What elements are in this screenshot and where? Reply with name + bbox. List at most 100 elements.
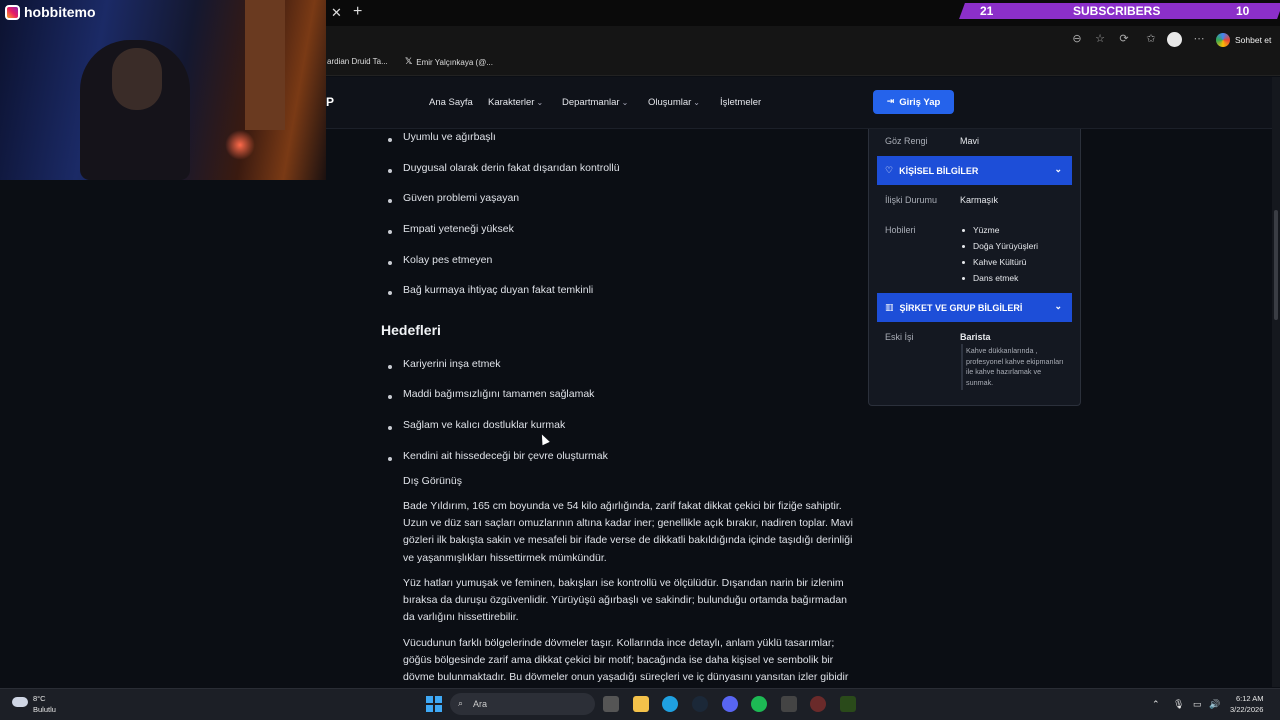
bookmark-label: Emir Yalçınkaya (@...	[416, 57, 493, 67]
trait-item: Kolay pes etmeyen	[403, 254, 493, 266]
goal-item: Kendini ait hissedeceği bir çevre oluştu…	[403, 450, 608, 462]
bullet-dot	[962, 229, 965, 232]
login-icon: ⇥	[886, 97, 895, 107]
nav-ana-sayfa[interactable]: Ana Sayfa	[429, 97, 473, 108]
task-view-icon[interactable]	[603, 696, 619, 712]
clock-date[interactable]: 3/22/2026	[1230, 705, 1263, 714]
bookmark-druid[interactable]: ardian Druid Ta...	[327, 57, 388, 66]
bullet-dot	[388, 291, 392, 295]
windows-start-icon[interactable]	[426, 696, 442, 712]
nav-isletmeler[interactable]: İşletmeler	[720, 97, 761, 108]
nav-karakterler[interactable]: Karakterler ⌄	[488, 97, 543, 108]
webcam-overlay: hobbitemo	[0, 0, 326, 180]
description-rule	[961, 344, 963, 390]
chevron-down-icon: ⌄	[693, 98, 700, 107]
clock-time[interactable]: 6:12 AM	[1236, 694, 1264, 703]
weather-desc[interactable]: Bulutlu	[33, 705, 56, 714]
bullet-dot	[388, 199, 392, 203]
instagram-icon	[5, 4, 20, 20]
login-label: Giriş Yap	[899, 96, 941, 108]
discord-icon[interactable]	[722, 696, 738, 712]
appearance-paragraph: Bade Yıldırım, 165 cm boyunda ve 54 kilo…	[403, 500, 853, 564]
bullet-dot	[388, 230, 392, 234]
eye-color-label: Göz Rengi	[885, 136, 928, 146]
search-placeholder: Ara	[473, 699, 488, 709]
subscriber-count-right: 10	[1236, 4, 1250, 18]
channel-name: hobbitemo	[24, 4, 96, 20]
section-title: ŞİRKET VE GRUP BİLGİLERİ	[899, 302, 1023, 313]
favorites-icon[interactable]: ✩	[1145, 33, 1157, 45]
login-button[interactable]: ⇥ Giriş Yap	[873, 90, 954, 114]
copilot-label[interactable]: Sohbet et	[1235, 35, 1271, 45]
company-info-header[interactable]: ▥ ŞİRKET VE GRUP BİLGİLERİ ⌄	[877, 293, 1072, 322]
eye-color-value: Mavi	[960, 136, 980, 146]
goal-item: Kariyerini inşa etmek	[403, 358, 501, 370]
trait-item: Güven problemi yaşayan	[403, 192, 520, 204]
chevron-down-icon: ⌄	[536, 98, 544, 107]
old-job-label: Eski İşi	[885, 332, 914, 342]
chevron-down-icon: ⌄	[621, 98, 629, 107]
old-job-description: Kahve dükkanlarında , profesyonel kahve …	[966, 346, 1064, 387]
file-explorer-icon[interactable]	[633, 696, 649, 712]
copilot-icon[interactable]	[1216, 33, 1230, 47]
nav-label: Oluşumlar	[648, 97, 692, 108]
bullet-dot	[962, 261, 965, 264]
more-menu-icon[interactable]: ⋯	[1193, 33, 1205, 45]
webcam-background	[245, 0, 285, 130]
goal-item: Maddi bağımsızlığını tamamen sağlamak	[403, 388, 595, 400]
trait-item: Empati yeteneği yüksek	[403, 223, 514, 235]
nav-label: Karakterler	[488, 97, 535, 108]
section-title: KİŞİSEL BİLGİLER	[899, 165, 979, 176]
obs-app-icon[interactable]	[840, 696, 856, 712]
tray-chevron-icon[interactable]: ⌃	[1152, 699, 1160, 710]
trait-item: Bağ kurmaya ihtiyaç duyan fakat temkinli	[403, 284, 594, 296]
favorite-star-icon[interactable]: ☆	[1094, 33, 1106, 45]
cloud-weather-icon[interactable]	[12, 697, 28, 707]
nav-departmanlar[interactable]: Departmanlar ⌄	[562, 97, 628, 108]
site-logo[interactable]: P	[326, 95, 334, 109]
hobby-item: Yüzme	[973, 225, 1000, 235]
close-tab-icon[interactable]: ✕	[331, 5, 342, 21]
taskbar-search[interactable]: ⌕ Ara	[450, 693, 595, 715]
bullet-dot	[962, 277, 965, 280]
app-icon[interactable]	[810, 696, 826, 712]
network-icon[interactable]: ▭	[1193, 699, 1202, 710]
profile-avatar-icon[interactable]	[1167, 32, 1182, 47]
personal-info-header[interactable]: ♡ KİŞİSEL BİLGİLER ⌄	[877, 156, 1072, 185]
webcam-light	[225, 130, 255, 160]
hobby-item: Doğa Yürüyüşleri	[973, 241, 1039, 251]
old-job-value: Barista	[960, 332, 991, 342]
hobby-item: Kahve Kültürü	[973, 257, 1027, 267]
nav-olusumlar[interactable]: Oluşumlar ⌄	[648, 97, 700, 108]
bullet-dot	[388, 395, 392, 399]
chevron-down-icon: ⌄	[1054, 301, 1062, 311]
extensions-icon[interactable]: ⟳	[1118, 33, 1130, 45]
appearance-paragraph: Yüz hatları yumuşak ve feminen, bakışlar…	[403, 577, 847, 624]
building-icon: ▥	[885, 302, 894, 313]
x-logo-icon: 𝕏	[405, 57, 413, 67]
hobbies-label: Hobileri	[885, 225, 916, 235]
new-tab-icon[interactable]: +	[353, 3, 362, 21]
search-icon: ⌕	[458, 699, 464, 709]
microphone-icon[interactable]: 🎙	[1173, 699, 1184, 710]
terminal-icon[interactable]	[781, 696, 797, 712]
trait-item: Uyumlu ve ağırbaşlı	[403, 131, 496, 143]
bookmark-x-emir[interactable]: 𝕏 Emir Yalçınkaya (@...	[405, 57, 493, 67]
streamer-face	[112, 48, 162, 110]
volume-icon[interactable]: 🔊	[1209, 699, 1220, 710]
appearance-heading: Dış Görünüş	[403, 475, 462, 487]
bullet-dot	[388, 426, 392, 430]
scrollbar-thumb[interactable]	[1274, 210, 1278, 320]
bullet-dot	[388, 169, 392, 173]
spotify-icon[interactable]	[751, 696, 767, 712]
bullet-dot	[962, 245, 965, 248]
weather-temp[interactable]: 8°C	[33, 694, 46, 703]
edge-browser-icon[interactable]	[662, 696, 678, 712]
steam-icon[interactable]	[692, 696, 708, 712]
bullet-dot	[388, 261, 392, 265]
nav-label: Departmanlar	[562, 97, 620, 108]
page-scrollbar[interactable]	[1272, 77, 1280, 687]
subscriber-label: SUBSCRIBERS	[1073, 4, 1161, 18]
trait-item: Duygusal olarak derin fakat dışarıdan ko…	[403, 162, 620, 174]
reader-icon[interactable]: ⊖	[1071, 33, 1083, 45]
